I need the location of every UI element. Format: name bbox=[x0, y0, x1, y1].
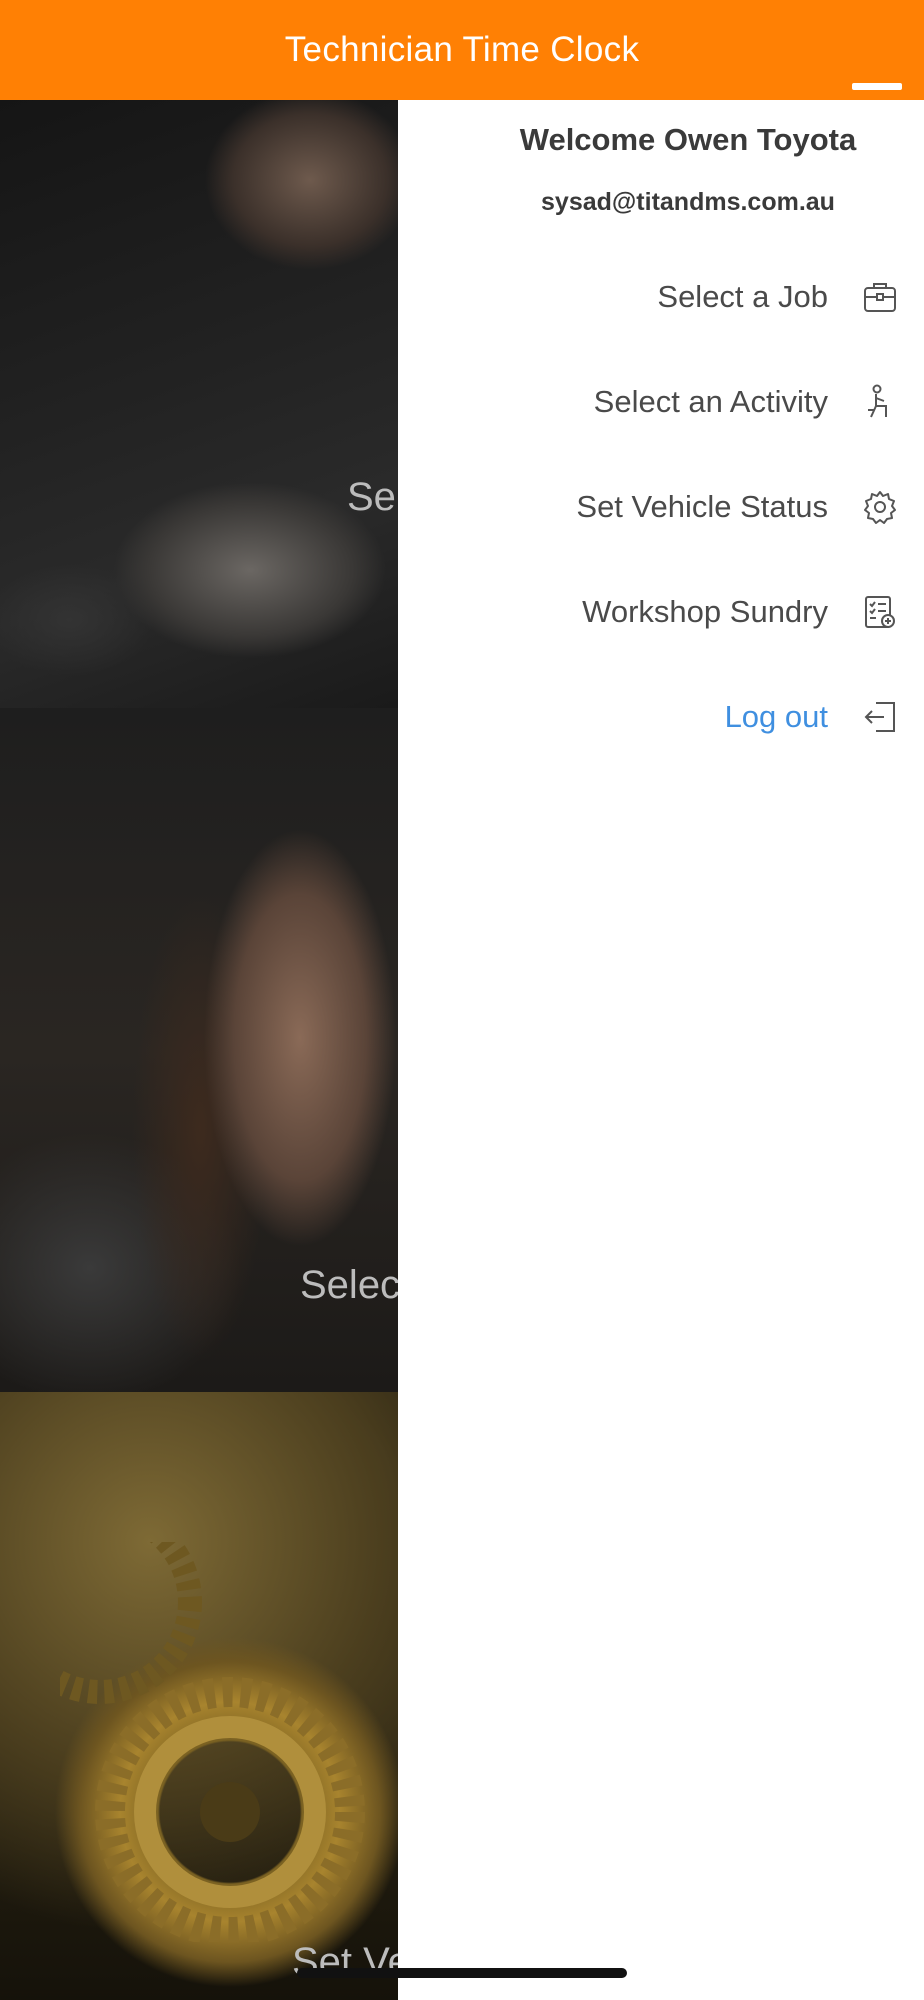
tile-set-vehicle-status[interactable]: Set Ve bbox=[0, 1392, 398, 2000]
tile-select-activity[interactable]: Selec bbox=[0, 708, 398, 1392]
gear-icon bbox=[864, 491, 896, 524]
menu-item-select-job[interactable]: Select a Job bbox=[398, 262, 924, 332]
background-menu-tiles: Sel Selec Set Ve bbox=[0, 100, 398, 2000]
menu-item-label: Select an Activity bbox=[593, 384, 828, 419]
app-header: Technician Time Clock bbox=[0, 0, 924, 100]
menu-toggle-icon[interactable] bbox=[852, 83, 902, 90]
logout-button[interactable]: Log out bbox=[398, 682, 924, 752]
home-indicator bbox=[297, 1968, 627, 1978]
menu-item-workshop-sundry[interactable]: Workshop Sundry bbox=[398, 577, 924, 647]
user-email: sysad@titandms.com.au bbox=[541, 188, 835, 216]
logout-label: Log out bbox=[724, 699, 828, 734]
briefcase-icon bbox=[864, 283, 896, 312]
tile-select-job[interactable]: Sel bbox=[0, 100, 398, 708]
menu-item-select-activity[interactable]: Select an Activity bbox=[398, 367, 924, 437]
menu-item-label: Select a Job bbox=[657, 279, 828, 314]
technician-person-icon bbox=[868, 384, 887, 418]
checklist-add-icon bbox=[865, 596, 895, 628]
tile-label: Sel bbox=[347, 475, 398, 519]
page-title: Technician Time Clock bbox=[284, 30, 640, 69]
menu-item-label: Workshop Sundry bbox=[582, 594, 828, 629]
side-drawer: Welcome Owen Toyota sysad@titandms.com.a… bbox=[398, 100, 924, 2000]
welcome-text: Welcome Owen Toyota bbox=[519, 122, 857, 157]
menu-item-label: Set Vehicle Status bbox=[576, 489, 828, 524]
menu-item-set-vehicle-status[interactable]: Set Vehicle Status bbox=[398, 472, 924, 542]
gears-illustration bbox=[60, 1542, 365, 1942]
logout-icon bbox=[864, 702, 895, 732]
tile-label: Selec bbox=[300, 1263, 398, 1307]
tile-label: Set Ve bbox=[292, 1940, 398, 1984]
